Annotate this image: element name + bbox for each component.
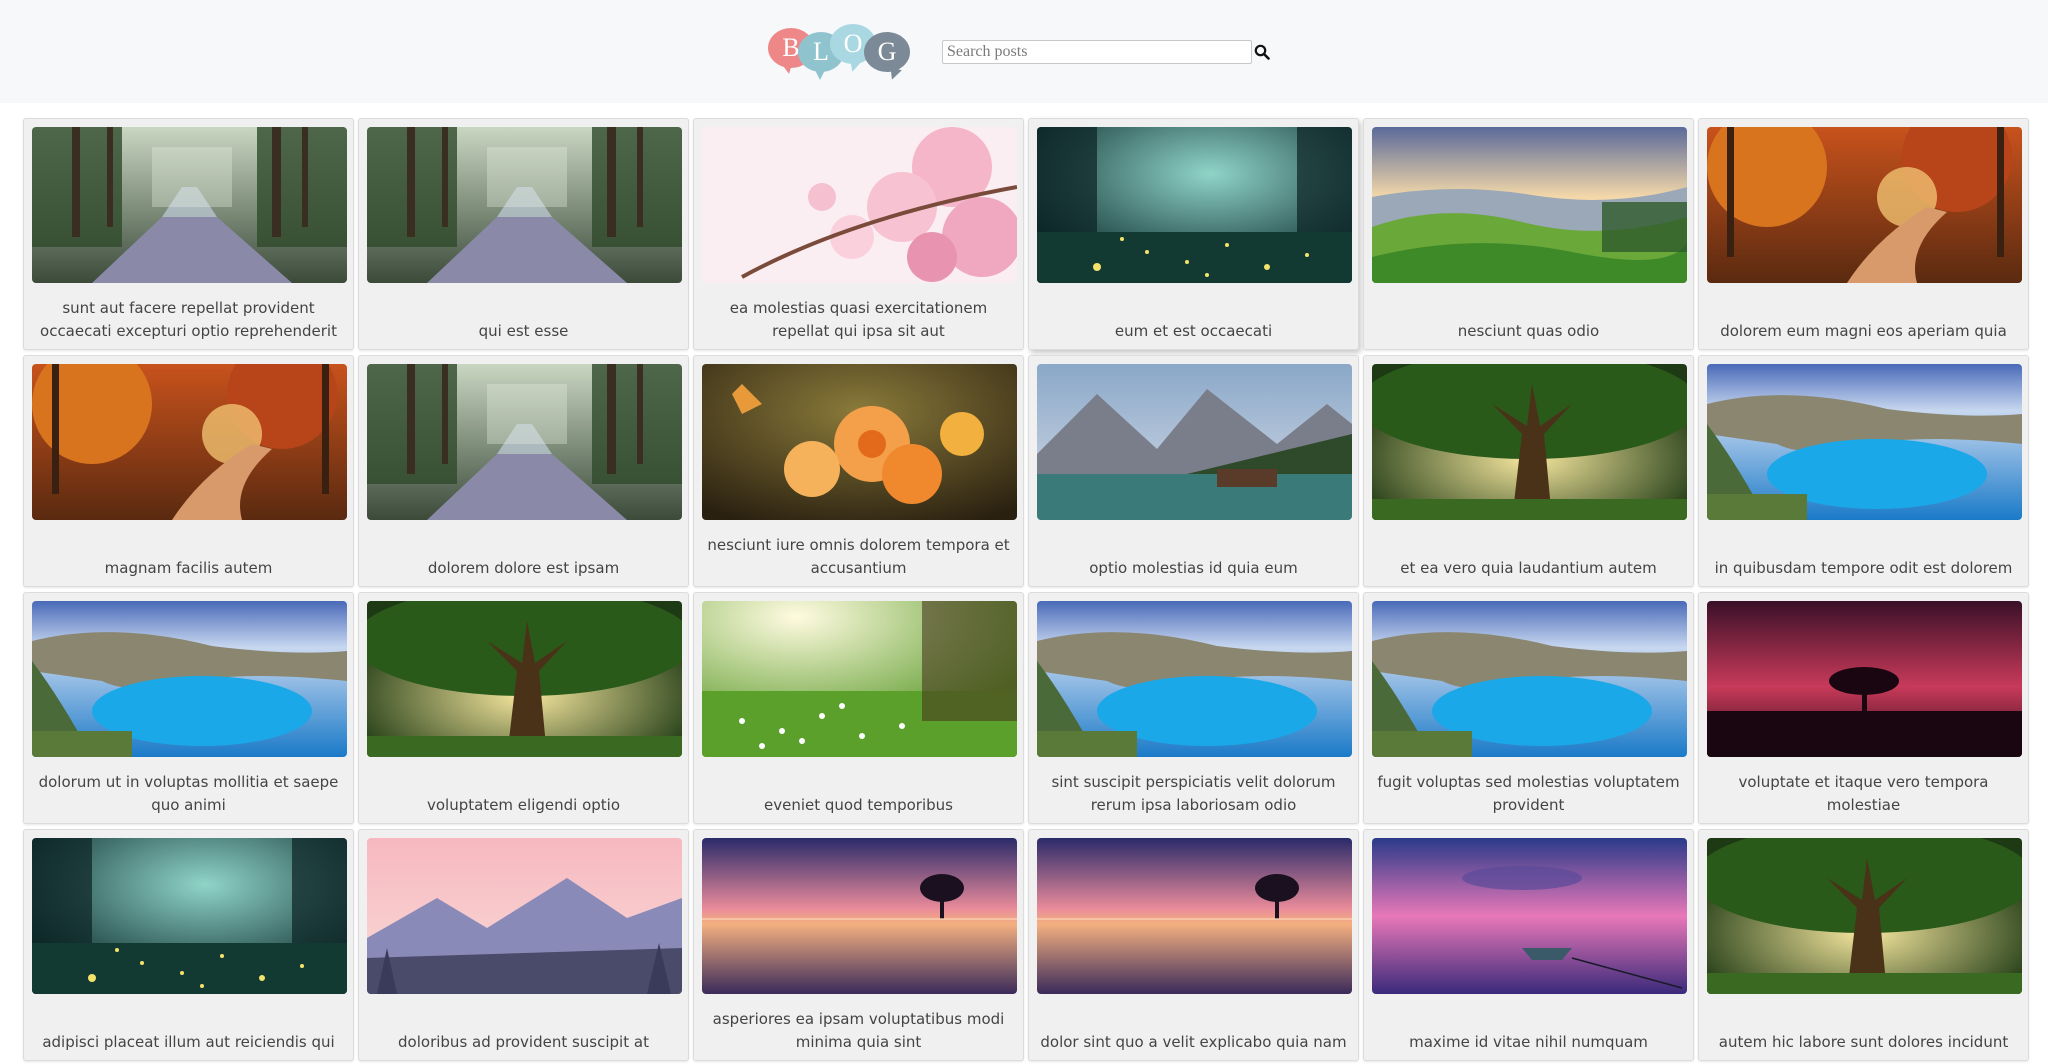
post-title[interactable]: doloribus ad provident suscipit at: [365, 998, 682, 1056]
post-card[interactable]: et ea vero quia laudantium autem: [1363, 355, 1694, 587]
post-thumbnail-autumn-path[interactable]: [32, 364, 347, 520]
post-title[interactable]: eum et est occaecati: [1035, 287, 1352, 345]
post-thumbnail-big-tree[interactable]: [1372, 364, 1687, 520]
post-thumbnail-red-sky-tree[interactable]: [1707, 601, 2022, 757]
post-title[interactable]: eveniet quod temporibus: [700, 761, 1017, 819]
post-title[interactable]: optio molestias id quia eum: [1035, 524, 1352, 582]
post-card[interactable]: voluptatem eligendi optio: [358, 592, 689, 824]
post-title[interactable]: voluptate et itaque vero tempora molesti…: [1705, 761, 2022, 819]
post-title[interactable]: maxime id vitae nihil numquam: [1370, 998, 1687, 1056]
post-thumbnail-firefly-forest[interactable]: [32, 838, 347, 994]
post-thumbnail-orange-flowers[interactable]: [702, 364, 1017, 520]
post-card[interactable]: in quibusdam tempore odit est dolorem: [1698, 355, 2029, 587]
post-title[interactable]: et ea vero quia laudantium autem: [1370, 524, 1687, 582]
post-thumbnail-forest-road[interactable]: [367, 127, 682, 283]
post-thumbnail-autumn-path[interactable]: [1707, 127, 2022, 283]
post-title[interactable]: dolor sint quo a velit explicabo quia na…: [1035, 998, 1352, 1056]
post-card[interactable]: optio molestias id quia eum: [1028, 355, 1359, 587]
post-thumbnail-sunset-lake-tree[interactable]: [1037, 838, 1352, 994]
post-card[interactable]: magnam facilis autem: [23, 355, 354, 587]
post-card[interactable]: dolorum ut in voluptas mollitia et saepe…: [23, 592, 354, 824]
logo-letter-g: G: [864, 32, 910, 72]
post-thumbnail-cherry-blossom[interactable]: [702, 127, 1017, 283]
post-thumbnail-mountain-lake[interactable]: [1037, 364, 1352, 520]
post-card[interactable]: sunt aut facere repellat provident occae…: [23, 118, 354, 350]
post-thumbnail-boat-sunset[interactable]: [1372, 838, 1687, 994]
post-thumbnail-green-hills[interactable]: [1372, 127, 1687, 283]
post-card[interactable]: eum et est occaecati: [1028, 118, 1359, 350]
post-title[interactable]: dolorem eum magni eos aperiam quia: [1705, 287, 2022, 345]
post-title[interactable]: ea molestias quasi exercitationem repell…: [700, 287, 1017, 345]
post-title[interactable]: adipisci placeat illum aut reiciendis qu…: [30, 998, 347, 1056]
post-card[interactable]: sint suscipit perspiciatis velit dolorum…: [1028, 592, 1359, 824]
post-card[interactable]: fugit voluptas sed molestias voluptatem …: [1363, 592, 1694, 824]
post-thumbnail-firefly-forest[interactable]: [1037, 127, 1352, 283]
post-thumbnail-big-tree[interactable]: [1707, 838, 2022, 994]
search-icon: [1254, 44, 1270, 60]
post-card[interactable]: autem hic labore sunt dolores incidunt: [1698, 829, 2029, 1061]
post-thumbnail-big-tree[interactable]: [367, 601, 682, 757]
post-thumbnail-meadow-flowers[interactable]: [702, 601, 1017, 757]
blog-logo[interactable]: B L O G: [768, 22, 928, 82]
post-thumbnail-coastal-bay[interactable]: [1037, 601, 1352, 757]
post-title[interactable]: fugit voluptas sed molestias voluptatem …: [1370, 761, 1687, 819]
post-card[interactable]: nesciunt quas odio: [1363, 118, 1694, 350]
post-card[interactable]: voluptate et itaque vero tempora molesti…: [1698, 592, 2029, 824]
post-thumbnail-sunset-lake-tree[interactable]: [702, 838, 1017, 994]
post-title[interactable]: nesciunt iure omnis dolorem tempora et a…: [700, 524, 1017, 582]
post-title[interactable]: voluptatem eligendi optio: [365, 761, 682, 819]
post-card[interactable]: dolorem eum magni eos aperiam quia: [1698, 118, 2029, 350]
post-thumbnail-pink-mountains[interactable]: [367, 838, 682, 994]
post-title[interactable]: qui est esse: [365, 287, 682, 345]
post-card[interactable]: nesciunt iure omnis dolorem tempora et a…: [693, 355, 1024, 587]
post-card[interactable]: adipisci placeat illum aut reiciendis qu…: [23, 829, 354, 1061]
post-title[interactable]: autem hic labore sunt dolores incidunt: [1705, 998, 2022, 1056]
post-card[interactable]: doloribus ad provident suscipit at: [358, 829, 689, 1061]
post-card[interactable]: ea molestias quasi exercitationem repell…: [693, 118, 1024, 350]
post-card[interactable]: maxime id vitae nihil numquam: [1363, 829, 1694, 1061]
post-thumbnail-forest-road[interactable]: [367, 364, 682, 520]
post-title[interactable]: sunt aut facere repellat provident occae…: [30, 287, 347, 345]
post-grid: sunt aut facere repellat provident occae…: [23, 118, 2029, 1062]
post-thumbnail-coastal-bay[interactable]: [1372, 601, 1687, 757]
post-card[interactable]: qui est esse: [358, 118, 689, 350]
post-title[interactable]: in quibusdam tempore odit est dolorem: [1705, 524, 2022, 582]
post-title[interactable]: asperiores ea ipsam voluptatibus modi mi…: [700, 998, 1017, 1056]
post-title[interactable]: sint suscipit perspiciatis velit dolorum…: [1035, 761, 1352, 819]
post-card[interactable]: dolor sint quo a velit explicabo quia na…: [1028, 829, 1359, 1061]
search-input[interactable]: [942, 40, 1252, 64]
post-title[interactable]: magnam facilis autem: [30, 524, 347, 582]
post-card[interactable]: asperiores ea ipsam voluptatibus modi mi…: [693, 829, 1024, 1061]
post-thumbnail-coastal-bay[interactable]: [1707, 364, 2022, 520]
post-thumbnail-coastal-bay[interactable]: [32, 601, 347, 757]
post-title[interactable]: dolorum ut in voluptas mollitia et saepe…: [30, 761, 347, 819]
post-card[interactable]: dolorem dolore est ipsam: [358, 355, 689, 587]
search-button[interactable]: [1252, 41, 1272, 63]
site-header: B L O G: [0, 0, 2048, 103]
post-thumbnail-forest-road[interactable]: [32, 127, 347, 283]
post-title[interactable]: dolorem dolore est ipsam: [365, 524, 682, 582]
post-card[interactable]: eveniet quod temporibus: [693, 592, 1024, 824]
post-title[interactable]: nesciunt quas odio: [1370, 287, 1687, 345]
